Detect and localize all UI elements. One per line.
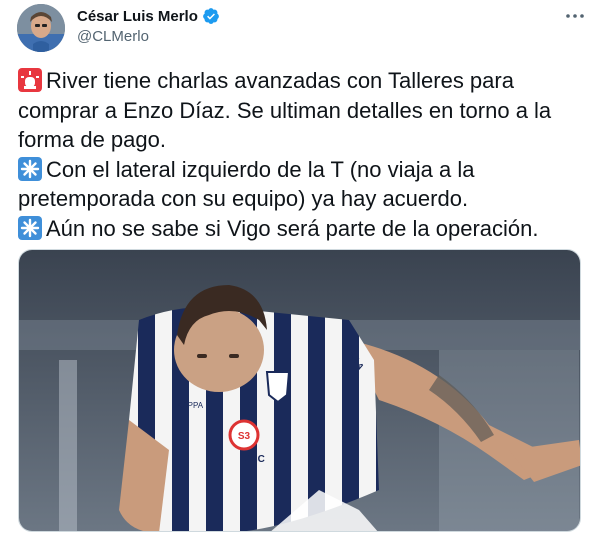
siren-emoji-icon <box>18 68 42 92</box>
tweet-line: forma de pago. <box>18 127 166 152</box>
tweet-line-text: Aún no se sabe si Vigo será parte de la … <box>46 215 539 241</box>
tweet-card[interactable]: César Luis Merlo @CLMerlo River tiene ch… <box>0 0 598 544</box>
tweet-line-text: River tiene charlas avanzadas con Taller… <box>46 68 514 93</box>
sparkle-emoji-icon <box>18 156 42 181</box>
author-display-name[interactable]: César Luis Merlo <box>77 8 198 25</box>
tweet-line-text: Con el lateral izquierdo de la T (no via… <box>46 156 475 182</box>
tweet-line: pretemporada con su equipo) ya hay acuer… <box>18 186 469 211</box>
more-options-button[interactable] <box>561 6 589 26</box>
more-horizontal-icon <box>566 14 584 18</box>
tweet-line: comprar a Enzo Díaz. Se ultiman detalles… <box>18 97 552 123</box>
tweet-line: River tiene charlas avanzadas con Taller… <box>18 66 588 96</box>
sponsor-text: CBC <box>243 454 265 465</box>
tweet-text: River tiene charlas avanzadas con Taller… <box>18 66 588 243</box>
tweet-line: Con el lateral izquierdo de la T (no via… <box>18 155 588 185</box>
profile-photo <box>17 4 65 52</box>
avatar[interactable] <box>17 4 65 52</box>
author-name-row[interactable]: César Luis Merlo <box>77 7 220 25</box>
jersey-brand-text: KAPPA <box>177 401 204 410</box>
sponsor-badge-text: S3 <box>238 431 251 442</box>
football-player-photo: S3 CBC KAPPA VILLA <box>19 250 580 531</box>
tweet-line: Aún no se sabe si Vigo será parte de la … <box>18 214 588 244</box>
author-handle[interactable]: @CLMerlo <box>77 28 149 45</box>
sparkle-emoji-icon <box>18 215 42 240</box>
verified-badge-icon <box>202 7 220 25</box>
tweet-media-photo[interactable]: S3 CBC KAPPA VILLA <box>18 249 581 532</box>
